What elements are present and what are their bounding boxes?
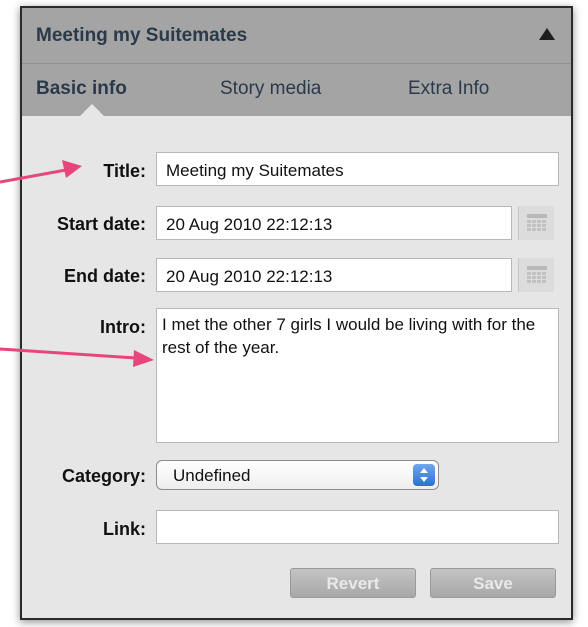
select-arrows-icon — [413, 464, 435, 486]
start-date-label: Start date: — [56, 214, 146, 234]
calendar-icon[interactable] — [518, 206, 554, 240]
revert-button[interactable]: Revert — [290, 568, 416, 598]
active-tab-indicator — [80, 104, 104, 116]
tab-story-media[interactable]: Story media — [220, 78, 321, 100]
tab-extra-info[interactable]: Extra Info — [408, 78, 489, 100]
title-label: Title: — [103, 161, 146, 181]
screenshot-stage: Meeting my Suitemates Basic info Story m… — [0, 0, 588, 627]
save-button[interactable]: Save — [430, 568, 556, 598]
link-input[interactable] — [156, 510, 559, 544]
end-date-input[interactable]: 20 Aug 2010 22:12:13 — [156, 258, 512, 292]
tab-basic-info[interactable]: Basic info — [36, 78, 127, 100]
category-select[interactable]: Undefined — [156, 460, 439, 490]
panel-header: Meeting my Suitemates — [22, 8, 571, 64]
start-date-input[interactable]: 20 Aug 2010 22:12:13 — [156, 206, 512, 240]
intro-label: Intro: — [100, 317, 146, 337]
tab-bar: Basic info Story media Extra Info — [22, 64, 571, 116]
intro-textarea[interactable]: I met the other 7 girls I would be livin… — [156, 308, 559, 443]
triangle-up-icon[interactable] — [539, 28, 555, 40]
end-date-label: End date: — [63, 266, 146, 286]
calendar-icon[interactable] — [518, 258, 554, 292]
title-input[interactable]: Meeting my Suitemates — [156, 152, 559, 186]
story-editor-panel: Meeting my Suitemates Basic info Story m… — [20, 6, 573, 620]
panel-title: Meeting my Suitemates — [36, 25, 248, 46]
link-label: Link: — [103, 519, 146, 539]
category-selected-value: Undefined — [173, 466, 251, 485]
category-label: Category: — [61, 466, 146, 486]
